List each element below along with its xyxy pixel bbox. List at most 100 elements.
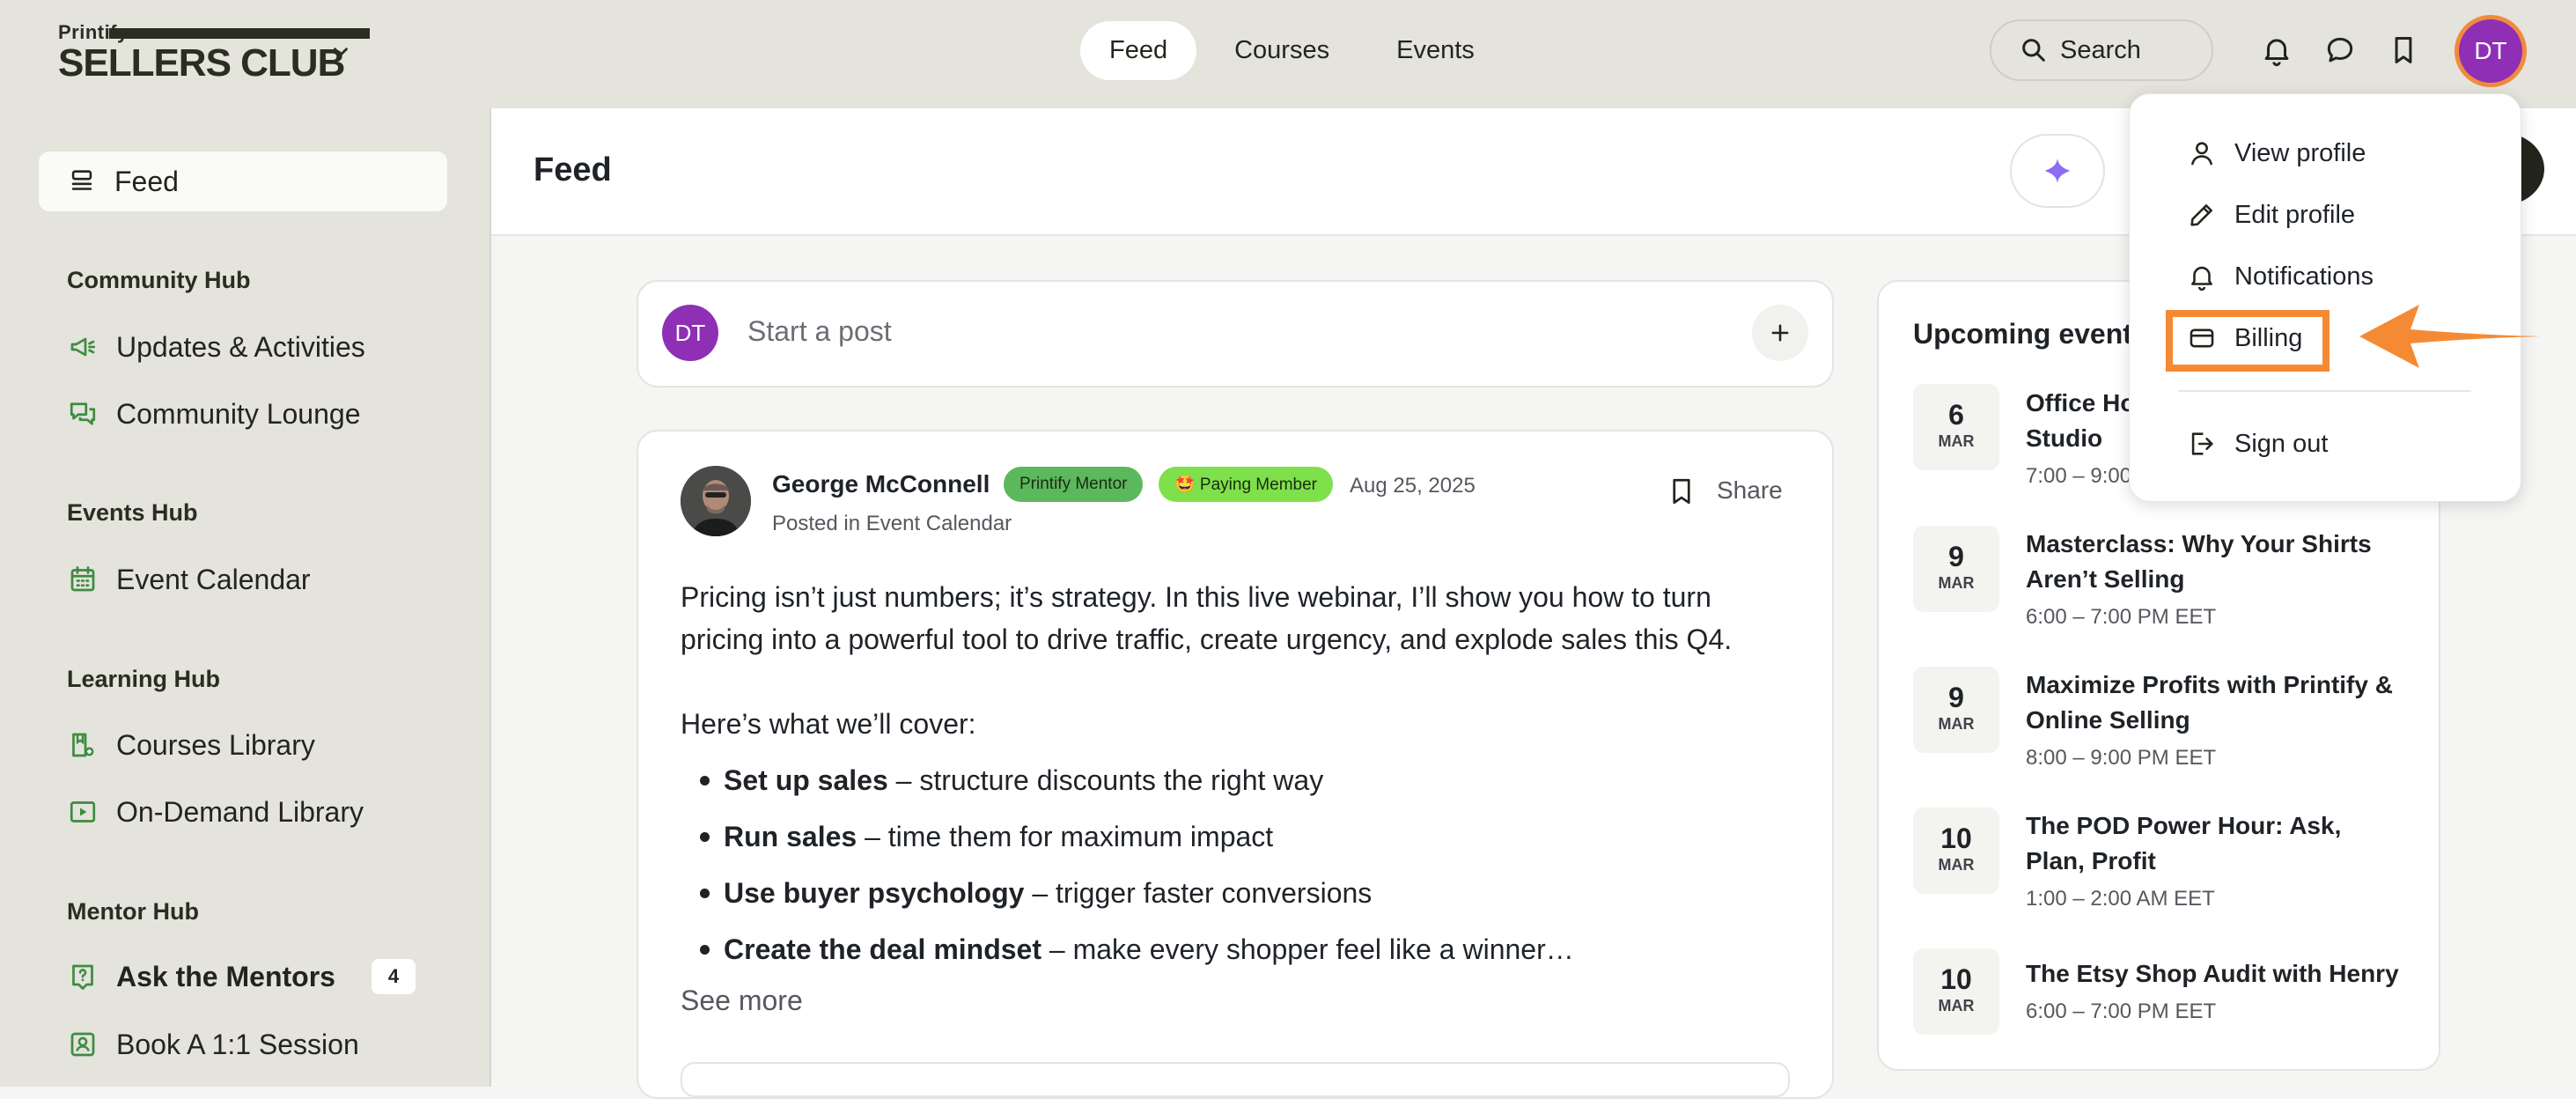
post-media-preview [681, 1062, 1790, 1097]
person-badge-icon [70, 1032, 95, 1057]
megaphone-icon [70, 337, 96, 357]
see-more-link[interactable]: See more [681, 985, 803, 1017]
event-date-badge: 10 MAR [1913, 948, 1999, 1035]
event-month: MAR [1938, 574, 1975, 592]
bookmark-icon[interactable] [2387, 33, 2420, 67]
author-avatar[interactable] [681, 466, 751, 536]
event-date-badge: 9 MAR [1913, 667, 1999, 753]
event-day: 9 [1948, 541, 1964, 572]
event-time: 7:00 – 9:00 [2026, 464, 2132, 488]
event-title[interactable]: The POD Power Hour: Ask, Plan, Profit [2026, 808, 2413, 879]
composer-placeholder[interactable]: Start a post [747, 315, 892, 348]
event-day: 10 [1940, 822, 1972, 854]
mentor-badge: Printify Mentor [1004, 467, 1144, 502]
sidebar-heading-learning-hub: Learning Hub [67, 666, 220, 692]
chat-icon[interactable] [2323, 33, 2357, 67]
event-title-line1: The POD Power Hour: Ask, [2026, 812, 2342, 839]
user-icon [2191, 142, 2212, 166]
chat-bubbles-icon [70, 402, 96, 425]
bookmark-icon[interactable] [1666, 475, 1697, 508]
sidebar-item-on-demand-library[interactable]: On-Demand Library [67, 790, 364, 834]
search-label: Search [2060, 35, 2141, 64]
post-date[interactable]: Aug 25, 2025 [1350, 474, 1476, 498]
author-name[interactable]: George McConnell [772, 470, 990, 498]
event-month: MAR [1938, 997, 1975, 1014]
add-post-button[interactable] [1752, 305, 1808, 361]
menu-item-view-profile[interactable]: View profile [2187, 134, 2366, 173]
posted-in[interactable]: Posted in Event Calendar [772, 512, 1012, 536]
bullet-text: – structure discounts the right way [887, 763, 1324, 796]
unread-count-badge: 4 [372, 959, 416, 994]
event-title-line2: Studio [2026, 424, 2103, 452]
bullet-text: – trigger faster conversions [1024, 876, 1373, 909]
event-title[interactable]: Maximize Profits with Printify & Online S… [2026, 668, 2413, 738]
brand-big-text: SELLERS CLUB [58, 41, 345, 85]
menu-item-edit-profile[interactable]: Edit profile [2187, 195, 2355, 234]
event-day: 9 [1948, 682, 1964, 713]
list-item: Use buyer psychology – trigger faster co… [700, 872, 1372, 914]
tab-courses[interactable]: Courses [1205, 21, 1358, 80]
event-date-badge: 6 MAR [1913, 384, 1999, 470]
event-title-line2: Online Selling [2026, 706, 2190, 734]
event-time: 1:00 – 2:00 AM EET [2026, 887, 2215, 911]
sidebar-item-label: Updates & Activities [116, 330, 365, 363]
billing-highlight-box [2166, 310, 2329, 372]
event-title-line1: Masterclass: Why Your Shirts [2026, 530, 2372, 557]
menu-item-label: Edit profile [2234, 200, 2356, 229]
tab-feed[interactable]: Feed [1080, 21, 1197, 80]
event-title-line1: The Etsy Shop Audit with Henry [2026, 960, 2399, 987]
bullet-bold: Create the deal mindset [724, 933, 1041, 965]
event-day: 10 [1940, 963, 1972, 995]
page-title: Feed [534, 151, 612, 188]
bullet-bold: Use buyer psychology [724, 876, 1025, 909]
chevron-down-icon[interactable] [329, 41, 352, 63]
event-title-line2: Plan, Profit [2026, 847, 2156, 874]
list-item: Run sales – time them for maximum impact [700, 815, 1273, 858]
event-time: 6:00 – 7:00 PM EET [2026, 999, 2217, 1023]
feed-icon [71, 170, 92, 190]
brand-logo[interactable]: Printify SELLERS CLUB [58, 21, 370, 85]
menu-divider [2178, 390, 2471, 392]
arrow-left-icon [2359, 305, 2541, 368]
sidebar-item-feed[interactable]: Feed [39, 151, 447, 211]
sidebar-item-book-session[interactable]: Book A 1:1 Session [67, 1022, 359, 1066]
sidebar-heading-community-hub: Community Hub [67, 267, 251, 293]
event-title-line2: Aren’t Selling [2026, 565, 2185, 593]
author-photo [681, 466, 751, 536]
menu-item-notifications[interactable]: Notifications [2187, 257, 2374, 296]
main-nav: Feed Courses Events [1080, 21, 1504, 80]
sidebar-item-community-lounge[interactable]: Community Lounge [67, 392, 360, 436]
event-title[interactable]: Masterclass: Why Your Shirts Aren’t Selli… [2026, 527, 2413, 597]
event-date-badge: 9 MAR [1913, 526, 1999, 612]
sidebar-item-event-calendar[interactable]: Event Calendar [67, 557, 311, 601]
event-title[interactable]: The Etsy Shop Audit with Henry [2026, 956, 2413, 992]
bell-icon[interactable] [2260, 33, 2293, 67]
play-icon [70, 801, 96, 822]
event-day: 6 [1948, 399, 1964, 431]
user-avatar[interactable]: DT [2459, 19, 2522, 83]
sidebar-item-courses-library[interactable]: Courses Library [67, 723, 315, 767]
search-button[interactable]: Search [1990, 19, 2213, 81]
sidebar-item-updates[interactable]: Updates & Activities [67, 325, 365, 369]
sidebar-item-label: Feed [114, 165, 179, 197]
event-month: MAR [1938, 432, 1975, 450]
events-title: Upcoming event [1913, 318, 2132, 350]
menu-item-label: View profile [2234, 138, 2366, 167]
menu-item-label: Notifications [2234, 262, 2374, 291]
bullet-text: – make every shopper feel like a winner… [1041, 933, 1574, 965]
tab-events[interactable]: Events [1367, 21, 1504, 80]
bullet-bold: Run sales [724, 820, 857, 852]
sidebar-item-ask-the-mentors[interactable]: Ask the Mentors [67, 955, 335, 999]
sidebar-item-label: Community Lounge [116, 397, 361, 430]
plus-icon [1771, 324, 1789, 342]
sidebar-item-label: On-Demand Library [116, 795, 364, 828]
menu-item-sign-out[interactable]: Sign out [2187, 424, 2328, 463]
sidebar-item-label: Book A 1:1 Session [116, 1028, 359, 1060]
share-button[interactable]: Share [1717, 476, 1783, 505]
sidebar-heading-mentor-hub: Mentor Hub [67, 898, 199, 925]
bullet-bold: Set up sales [724, 763, 888, 796]
event-title-line1: Maximize Profits with Printify & [2026, 671, 2393, 698]
ai-assistant-button[interactable] [2010, 134, 2105, 208]
event-time: 8:00 – 9:00 PM EET [2026, 746, 2217, 770]
question-icon [72, 964, 93, 990]
